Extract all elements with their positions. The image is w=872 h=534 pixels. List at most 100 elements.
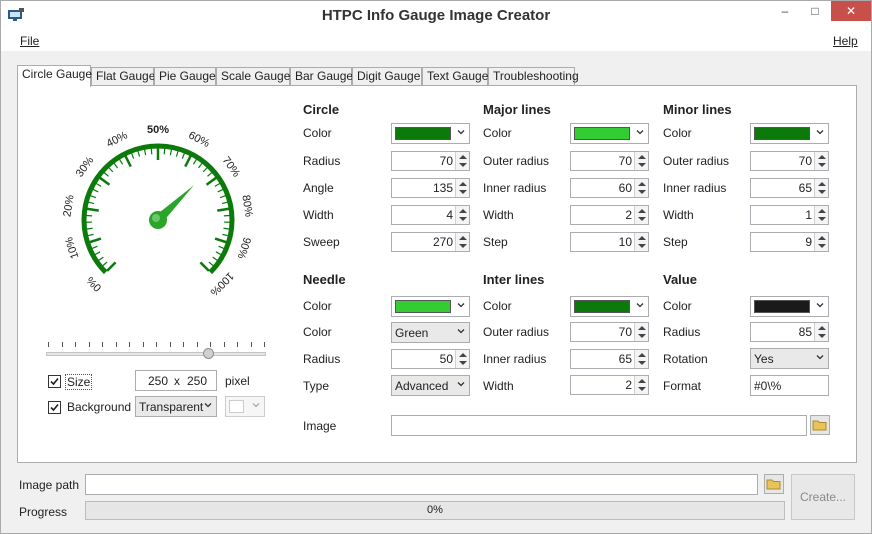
needle-color-select[interactable]: [391, 296, 470, 317]
circle-sweep-input[interactable]: 270: [391, 232, 470, 252]
circle-angle-input[interactable]: 135: [391, 178, 470, 198]
spin-arrows[interactable]: [814, 206, 828, 224]
gauge-major-tick: [106, 261, 117, 272]
circle-radius-input[interactable]: 70: [391, 151, 470, 171]
minor-width-input[interactable]: 1: [750, 205, 829, 225]
spin-arrows[interactable]: [814, 323, 828, 341]
tab-text-gauge[interactable]: Text Gauge: [422, 67, 488, 86]
value-format-value: #0\%: [754, 379, 782, 393]
major-outer-radius-input[interactable]: 70: [570, 151, 649, 171]
minor-outer-radius-value: 70: [798, 154, 812, 168]
minimize-button[interactable]: –: [771, 1, 799, 21]
inter-inner-radius-input[interactable]: 65: [570, 349, 649, 369]
major-step-input[interactable]: 10: [570, 232, 649, 252]
tab-scale-gauge[interactable]: Scale Gauge: [216, 67, 290, 86]
gauge-minor-tick: [91, 245, 98, 250]
size-checkbox[interactable]: [48, 375, 61, 388]
size-slider-thumb[interactable]: [202, 348, 214, 359]
major-width-input[interactable]: 2: [570, 205, 649, 225]
minor-color-select[interactable]: [750, 123, 829, 144]
tab-bar-gauge[interactable]: Bar Gauge: [290, 67, 353, 86]
image-label: Image: [303, 419, 337, 433]
gauge-needle-highlight: [152, 214, 160, 222]
spin-arrows[interactable]: [634, 376, 648, 394]
menu-file[interactable]: File: [20, 34, 39, 48]
needle-type-select[interactable]: Advanced: [391, 375, 470, 396]
minor-color-label: Color: [663, 126, 692, 140]
inter-outer-radius-input[interactable]: 70: [570, 322, 649, 342]
tab-pie-gauge[interactable]: Pie Gauge: [154, 67, 216, 86]
inter-color-swatch: [574, 300, 630, 313]
spin-arrows[interactable]: [634, 323, 648, 341]
image-input[interactable]: [391, 415, 807, 436]
size-slider-track[interactable]: [46, 352, 266, 356]
gauge-minor-tick: [95, 182, 102, 187]
major-inner-radius-input[interactable]: 60: [570, 178, 649, 198]
size-input[interactable]: 250 x 250: [135, 370, 217, 391]
major-inner-radius-value: 60: [618, 181, 632, 195]
gauge-major-tick: [214, 237, 227, 244]
spin-arrows[interactable]: [455, 152, 469, 170]
slider-tick: [48, 342, 49, 347]
spin-arrows[interactable]: [634, 179, 648, 197]
value-color-select[interactable]: [750, 296, 829, 317]
image-path-label: Image path: [19, 478, 80, 492]
chevron-down-icon: [816, 355, 824, 360]
minor-color-swatch: [754, 127, 810, 140]
gauge-minor-tick: [150, 148, 153, 155]
spin-arrows[interactable]: [455, 206, 469, 224]
circle-color-select[interactable]: [391, 123, 470, 144]
gauge-minor-tick: [90, 195, 97, 199]
gauge-label: 60%: [186, 129, 211, 150]
spin-arrows[interactable]: [634, 206, 648, 224]
major-color-select[interactable]: [570, 123, 649, 144]
size-height: 250: [187, 374, 208, 388]
create-button[interactable]: Create...: [791, 474, 855, 520]
inter-color-select[interactable]: [570, 296, 649, 317]
minor-step-input[interactable]: 9: [750, 232, 829, 252]
background-color-picker[interactable]: [225, 396, 265, 417]
background-select[interactable]: Transparent: [135, 396, 217, 417]
image-browse-button[interactable]: [810, 415, 830, 435]
image-path-browse-button[interactable]: [764, 474, 784, 494]
circle-width-input[interactable]: 4: [391, 205, 470, 225]
spin-arrows[interactable]: [455, 233, 469, 251]
tab-troubleshooting[interactable]: Troubleshooting: [488, 67, 579, 86]
tab-digit-gauge[interactable]: Digit Gauge: [352, 67, 422, 86]
minor-inner-radius-input[interactable]: 65: [750, 178, 829, 198]
needle-color2-value: Green: [395, 326, 429, 340]
spin-arrows[interactable]: [814, 152, 828, 170]
gauge-label: 90%: [235, 236, 253, 261]
needle-radius-input[interactable]: 50: [391, 349, 470, 369]
circle-width-value: 4: [446, 208, 453, 222]
needle-color2-select[interactable]: Green: [391, 322, 470, 343]
spin-arrows[interactable]: [634, 233, 648, 251]
inter-width-input[interactable]: 2: [570, 375, 649, 395]
needle-color2-label: Color: [303, 325, 332, 339]
major-color-swatch: [574, 127, 630, 140]
spin-arrows[interactable]: [455, 350, 469, 368]
value-rotation-select[interactable]: Yes: [750, 348, 829, 369]
spin-arrows[interactable]: [814, 233, 828, 251]
spin-arrows[interactable]: [634, 350, 648, 368]
background-checkbox[interactable]: [48, 401, 61, 414]
gauge-minor-tick: [102, 261, 108, 267]
tab-circle-gauge[interactable]: Circle Gauge: [17, 65, 92, 87]
major-outer-radius-value: 70: [618, 154, 632, 168]
spin-arrows[interactable]: [634, 152, 648, 170]
value-radius-input[interactable]: 85: [750, 322, 829, 342]
chevron-down-icon: [457, 382, 465, 387]
maximize-button[interactable]: □: [801, 1, 829, 21]
value-format-input[interactable]: #0\%: [750, 375, 829, 396]
image-path-input[interactable]: [85, 474, 758, 495]
value-rotation-value: Yes: [754, 352, 774, 366]
spin-arrows[interactable]: [814, 179, 828, 197]
value-heading: Value: [663, 272, 697, 287]
close-button[interactable]: ✕: [831, 1, 871, 21]
slider-tick: [169, 342, 171, 347]
spin-arrows[interactable]: [455, 179, 469, 197]
minor-outer-radius-input[interactable]: 70: [750, 151, 829, 171]
tab-flat-gauge[interactable]: Flat Gauge: [91, 67, 155, 86]
menu-help[interactable]: Help: [833, 34, 858, 48]
slider-tick: [75, 342, 76, 347]
